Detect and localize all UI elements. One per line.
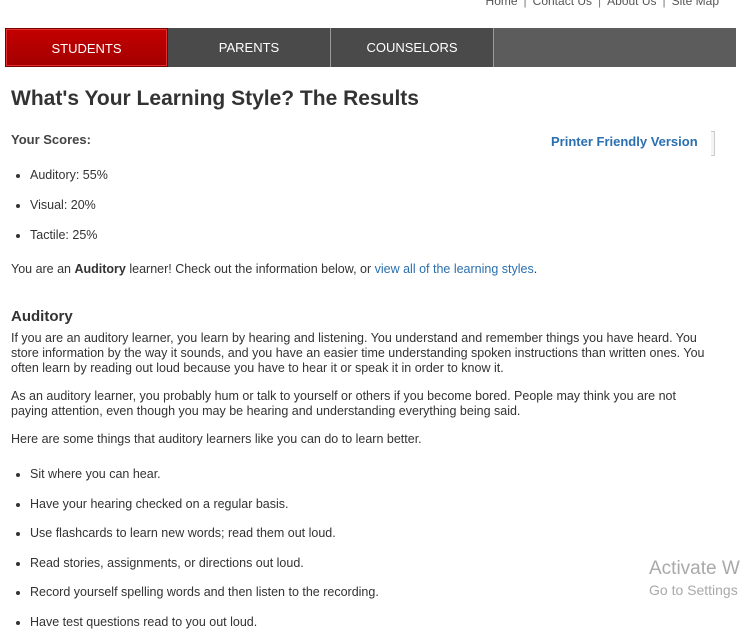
page-title: What's Your Learning Style? The Results xyxy=(11,87,419,110)
home-link[interactable]: Home xyxy=(486,0,518,8)
section-paragraph: As an auditory learner, you probably hum… xyxy=(11,389,676,418)
view-all-styles-link[interactable]: view all of the learning styles xyxy=(375,262,534,276)
separator: | xyxy=(598,0,602,8)
result-line: You are an Auditory learner! Check out t… xyxy=(11,262,537,276)
section-heading: Auditory xyxy=(11,308,73,325)
main-nav: STUDENTS PARENTS COUNSELORS xyxy=(5,28,736,67)
tab-parents[interactable]: PARENTS xyxy=(168,28,331,67)
top-links: Home | Contact Us | About Us | Site Map xyxy=(486,0,719,8)
separator: | xyxy=(662,0,666,8)
tips-list: Sit where you can hear. Have your hearin… xyxy=(11,465,379,629)
tip-item: Have your hearing checked on a regular b… xyxy=(30,495,379,525)
section-paragraph: Here are some things that auditory learn… xyxy=(11,432,422,446)
contact-us-link[interactable]: Contact Us xyxy=(533,0,592,8)
result-middle: learner! Check out the information below… xyxy=(125,262,375,276)
about-us-link[interactable]: About Us xyxy=(607,0,656,8)
result-style: Auditory xyxy=(74,262,126,276)
result-prefix: You are an xyxy=(11,262,75,276)
printer-friendly-link[interactable]: Printer Friendly Version xyxy=(551,134,698,149)
nav-filler xyxy=(494,28,736,67)
score-visual: Visual: 20% xyxy=(30,196,108,226)
result-suffix: . xyxy=(533,262,538,276)
tab-students[interactable]: STUDENTS xyxy=(5,28,168,67)
tip-item: Use flashcards to learn new words; read … xyxy=(30,524,379,554)
tip-item: Have test questions read to you out loud… xyxy=(30,613,379,629)
separator: | xyxy=(523,0,527,8)
scores-label: Your Scores: xyxy=(11,132,91,147)
site-map-link[interactable]: Site Map xyxy=(672,0,719,8)
scores-list: Auditory: 55% Visual: 20% Tactile: 25% xyxy=(11,166,108,256)
score-tactile: Tactile: 25% xyxy=(30,226,108,256)
tab-counselors[interactable]: COUNSELORS xyxy=(331,28,494,67)
printer-link-bracket xyxy=(711,131,715,156)
tip-item: Record yourself spelling words and then … xyxy=(30,583,379,613)
watermark-line1: Activate W xyxy=(649,558,740,579)
tip-item: Sit where you can hear. xyxy=(30,465,379,495)
activation-watermark: Activate W Go to Settings xyxy=(649,558,740,598)
score-auditory: Auditory: 55% xyxy=(30,166,108,196)
watermark-line2: Go to Settings xyxy=(649,582,738,598)
tip-item: Read stories, assignments, or directions… xyxy=(30,554,379,584)
section-paragraph: If you are an auditory learner, you lear… xyxy=(11,331,705,375)
page: Home | Contact Us | About Us | Site Map STUDEN… xyxy=(0,0,743,629)
